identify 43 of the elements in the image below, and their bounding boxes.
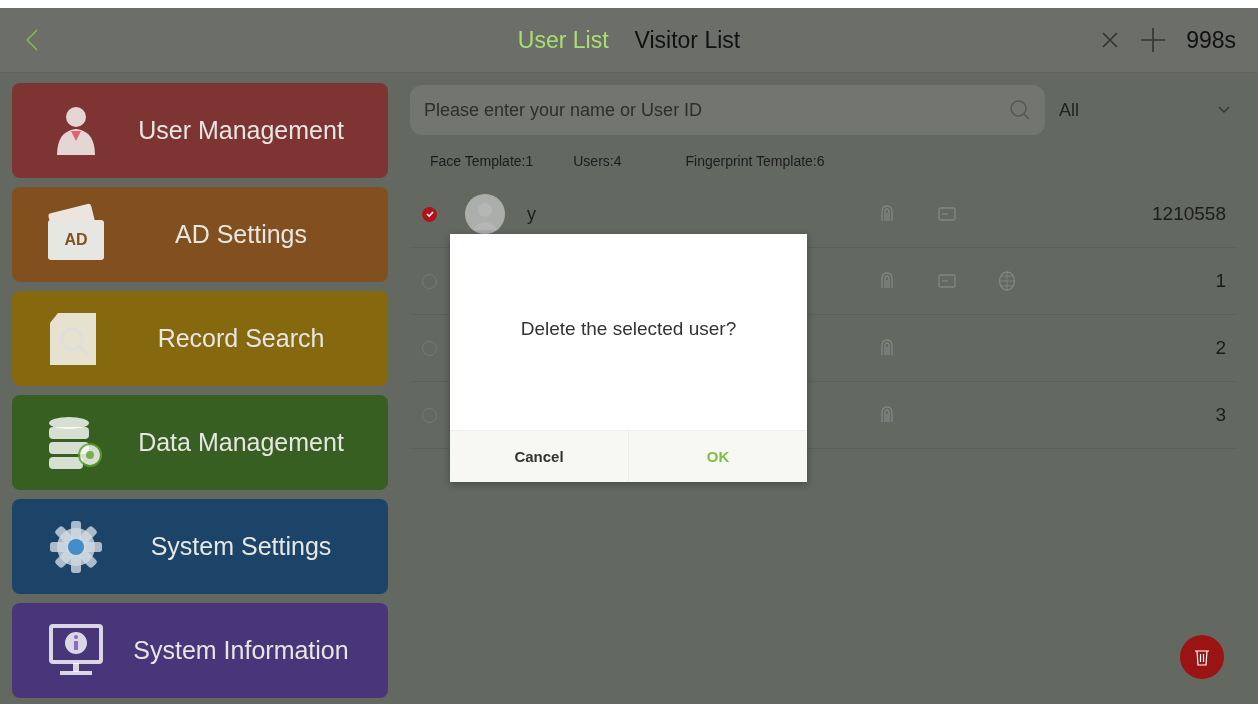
dialog-message: Delete the selected user?	[519, 317, 738, 341]
menu-item[interactable]: System Settings	[12, 499, 388, 594]
fingerprint-icon	[880, 339, 894, 357]
user-name: y	[527, 203, 537, 225]
user-id: 3	[1215, 404, 1227, 426]
card-icon	[938, 207, 956, 221]
search-icon[interactable]	[1009, 99, 1031, 121]
menu-item-label: Record Search	[156, 324, 326, 353]
fingerprint-icon	[880, 406, 894, 424]
fingerprint-icon	[880, 205, 894, 223]
stat-label: Face Template:1	[430, 153, 534, 169]
dialog-button[interactable]: Cancel	[450, 430, 628, 482]
stat-label: Fingerprint Template:6	[685, 153, 825, 169]
fingerprint-icon	[880, 272, 894, 290]
user-id: 1	[1215, 270, 1227, 292]
menu-item-label: User Management	[137, 116, 345, 145]
menu-item[interactable]: Data Management	[12, 395, 388, 490]
card-icon	[938, 274, 956, 288]
back-icon[interactable]	[26, 29, 38, 51]
menu-item[interactable]: User Management	[12, 83, 388, 178]
delete-button[interactable]	[1180, 635, 1224, 679]
search-field[interactable]: Please enter your name or User ID	[410, 85, 1045, 135]
close-icon[interactable]	[1100, 30, 1121, 50]
chevron-down-icon	[1218, 106, 1230, 114]
tab[interactable]: User List	[517, 26, 609, 54]
user-id: 2	[1215, 337, 1227, 359]
menu-item[interactable]: AD AD Settings	[12, 187, 388, 282]
menu-item[interactable]: Record Search	[12, 291, 388, 386]
tab[interactable]: Visitor List	[634, 26, 741, 54]
menu-item-label: System Information	[132, 636, 350, 665]
plus-icon[interactable]	[1140, 27, 1167, 53]
row-checkbox[interactable]	[422, 206, 437, 222]
face-icon	[998, 271, 1016, 291]
menu-item-label: AD Settings	[174, 220, 308, 249]
menu-item-label: System Settings	[149, 532, 333, 561]
trash-icon	[1194, 648, 1210, 666]
avatar-icon	[465, 194, 505, 234]
countdown-timer: 998s	[1186, 26, 1236, 54]
user-id: 1210558	[1152, 203, 1227, 225]
menu-item-label: Data Management	[137, 428, 345, 457]
menu-item[interactable]: System Information	[12, 603, 388, 698]
stat-label: Users:4	[573, 153, 622, 169]
filter-dropdown[interactable]: All	[1059, 99, 1236, 121]
